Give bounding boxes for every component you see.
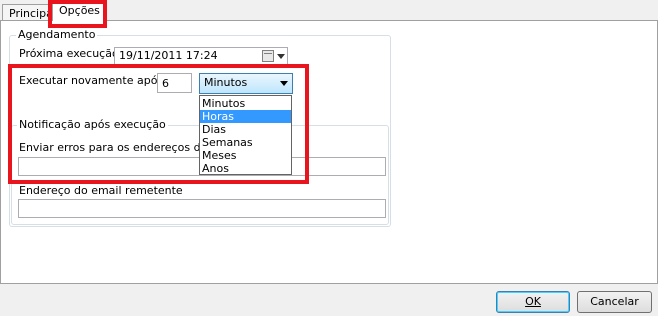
tab-opcoes[interactable]: Opções	[52, 1, 104, 21]
unit-option-anos[interactable]: Anos	[200, 162, 291, 175]
chevron-down-icon[interactable]	[280, 81, 288, 86]
tab-principal[interactable]: Principal	[2, 4, 56, 21]
cancel-button-label: Cancelar	[590, 295, 639, 308]
ok-button[interactable]: OK	[496, 291, 570, 313]
notificacao-legend: Notificação após execução	[17, 118, 168, 131]
ok-button-label: OK	[525, 295, 541, 308]
proxima-execucao-label: Próxima execução	[19, 47, 119, 60]
executar-novamente-value: 6	[162, 77, 169, 90]
unit-select-value: Minutos	[204, 76, 248, 89]
unit-dropdown-list: Minutos Horas Dias Semanas Meses Anos	[199, 95, 292, 175]
unit-option-meses[interactable]: Meses	[200, 149, 291, 162]
agendamento-legend: Agendamento	[16, 28, 98, 41]
proxima-execucao-value: 19/11/2011 17:24	[119, 49, 218, 62]
unit-option-minutos[interactable]: Minutos	[200, 97, 291, 110]
cancel-button[interactable]: Cancelar	[577, 291, 652, 313]
calendar-icon[interactable]	[262, 50, 274, 62]
unit-option-horas[interactable]: Horas	[200, 110, 291, 123]
executar-novamente-label: Executar novamente após	[19, 74, 164, 87]
executar-novamente-input[interactable]: 6	[157, 73, 192, 93]
chevron-down-icon[interactable]	[277, 54, 285, 59]
tab-principal-label: Principal	[9, 7, 56, 20]
unit-option-semanas[interactable]: Semanas	[200, 136, 291, 149]
unit-select[interactable]: Minutos	[199, 73, 293, 94]
remetente-label: Endereço do email remetente	[19, 184, 183, 197]
unit-option-dias[interactable]: Dias	[200, 123, 291, 136]
enviar-erros-label: Enviar erros para os endereços de em	[19, 141, 229, 154]
remetente-input[interactable]	[18, 199, 386, 218]
tab-opcoes-label: Opções	[59, 4, 100, 17]
